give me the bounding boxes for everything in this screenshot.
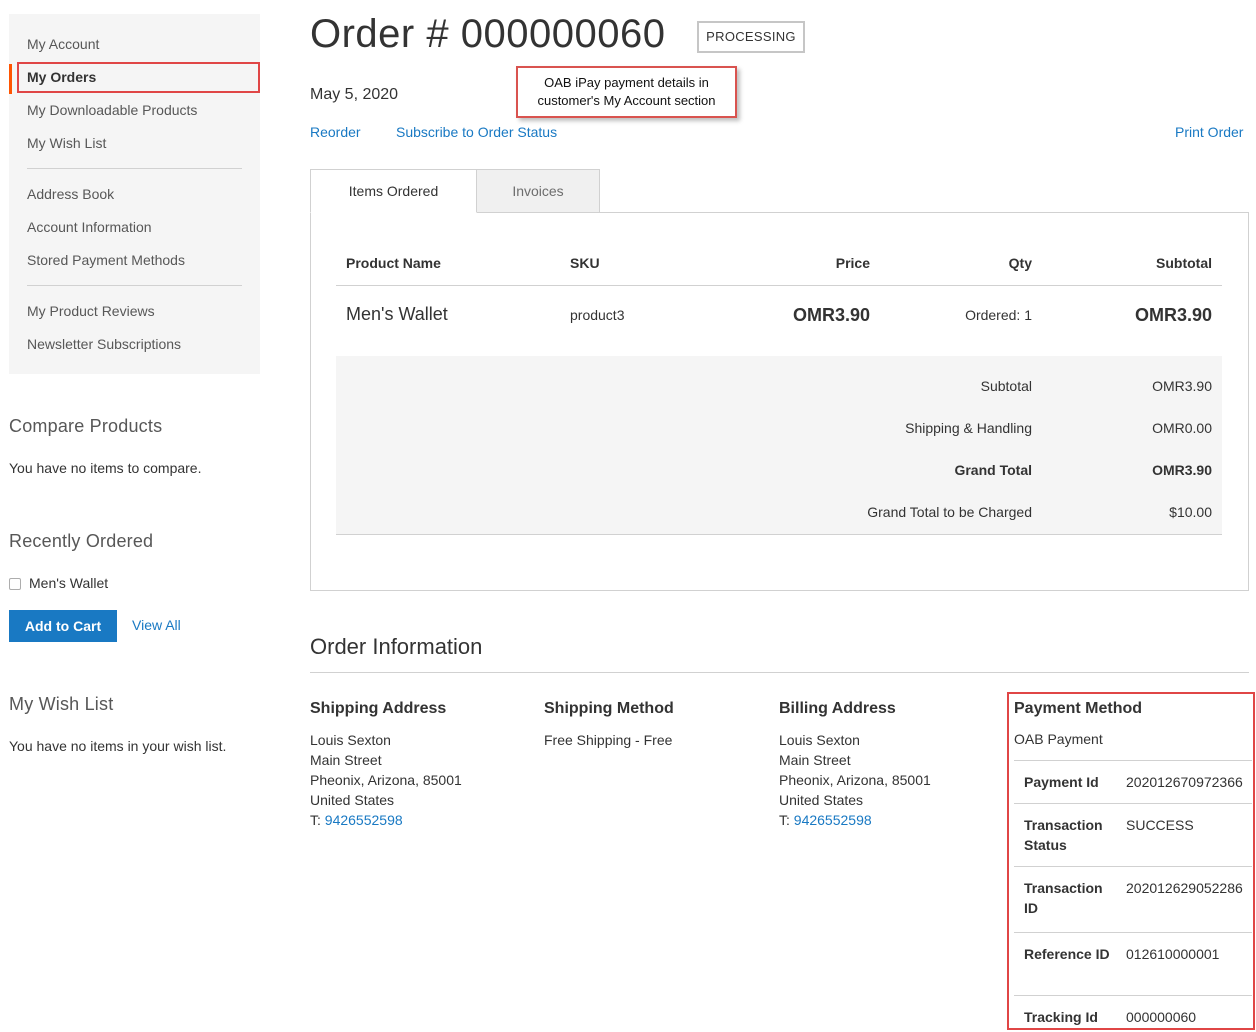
billing-phone-prefix: T: [779,812,794,828]
view-all-link[interactable]: View All [132,617,181,633]
print-order-link[interactable]: Print Order [1175,124,1243,140]
totals-charged-value: $10.00 [1169,504,1212,520]
shipping-phone-line: T: 9426552598 [310,810,462,830]
nav-divider [27,168,242,169]
nav-my-downloadable-products[interactable]: My Downloadable Products [27,100,197,120]
add-to-cart-button[interactable]: Add to Cart [9,610,117,642]
order-information-divider [310,672,1249,673]
wish-list-title: My Wish List [9,694,114,714]
nav-my-product-reviews[interactable]: My Product Reviews [27,301,155,321]
billing-street: Main Street [779,752,851,768]
shipping-address-title: Shipping Address [310,700,447,717]
totals-shipping-label: Shipping & Handling [905,420,1032,436]
nav-newsletter-subscriptions[interactable]: Newsletter Subscriptions [27,334,181,354]
nav-divider [27,285,242,286]
order-information-title: Order Information [310,634,483,659]
billing-phone-line: T: 9426552598 [779,810,931,830]
nav-stored-payment-methods[interactable]: Stored Payment Methods [27,250,185,270]
shipping-phone-link[interactable]: 9426552598 [325,812,403,828]
shipping-phone-prefix: T: [310,812,325,828]
payment-method-title: Payment Method [1014,700,1143,717]
billing-address: Louis Sexton Main Street Pheonix, Arizon… [779,730,931,830]
transaction-status-value: SUCCESS [1126,817,1194,833]
totals-grand-total-label: Grand Total [954,462,1032,478]
payment-id-value: 202012670972366 [1126,774,1243,790]
payment-id-label: Payment Id [1024,774,1099,790]
reorder-link[interactable]: Reorder [310,124,361,140]
billing-city: Pheonix, Arizona, 85001 [779,772,931,788]
totals-bottom-divider [336,534,1222,535]
payment-row-divider [1014,995,1252,996]
payment-row-divider [1014,803,1252,804]
subscribe-order-status-link[interactable]: Subscribe to Order Status [396,124,557,140]
tab-items-ordered[interactable]: Items Ordered [310,169,477,213]
payment-row-divider [1014,932,1252,933]
item-subtotal: OMR3.90 [1134,305,1212,325]
item-qty: Ordered: 1 [965,307,1032,323]
totals-grand-total-value: OMR3.90 [1152,462,1212,478]
billing-address-title: Billing Address [779,700,896,717]
totals-subtotal-label: Subtotal [980,378,1032,394]
shipping-city: Pheonix, Arizona, 85001 [310,772,462,788]
transaction-id-value: 202012629052286 [1126,880,1243,896]
transaction-id-label: Transaction ID [1024,880,1103,916]
compare-empty-message: You have no items to compare. [9,460,202,476]
page-title: Order # 000000060 [310,12,666,56]
shipping-method-title: Shipping Method [544,700,674,717]
payment-method-name: OAB Payment [1014,731,1103,747]
current-nav-indicator [9,64,12,94]
tab-invoices[interactable]: Invoices [476,169,600,213]
compare-products-title: Compare Products [9,416,163,436]
table-header-divider [336,285,1222,286]
nav-address-book[interactable]: Address Book [27,184,114,204]
item-product-name: Men's Wallet [346,304,448,324]
shipping-name: Louis Sexton [310,732,391,748]
col-sku: SKU [570,255,600,271]
annotation-callout: OAB iPay payment details in customer's M… [516,66,737,118]
recent-item-checkbox[interactable] [9,578,21,590]
billing-name: Louis Sexton [779,732,860,748]
highlight-my-orders [17,62,260,93]
order-date: May 5, 2020 [310,86,399,103]
shipping-country: United States [310,792,395,808]
shipping-address: Louis Sexton Main Street Pheonix, Arizon… [310,730,462,830]
reference-id-value: 012610000001 [1126,946,1220,962]
item-sku: product3 [570,307,625,323]
recently-ordered-title: Recently Ordered [9,531,154,551]
shipping-street: Main Street [310,752,382,768]
totals-shipping-value: OMR0.00 [1152,420,1212,436]
recent-item-name: Men's Wallet [29,575,109,591]
payment-row-divider [1014,760,1252,761]
tracking-id-value: 000000060 [1126,1009,1197,1025]
nav-account-information[interactable]: Account Information [27,217,152,237]
reference-id-label: Reference ID [1024,946,1110,962]
order-totals [336,356,1222,534]
item-price: OMR3.90 [792,305,870,325]
totals-charged-label: Grand Total to be Charged [867,504,1032,520]
col-price: Price [835,255,870,271]
col-subtotal: Subtotal [1156,255,1212,271]
tracking-id-label: Tracking Id [1024,1009,1098,1025]
payment-row-divider [1014,866,1252,867]
wish-list-empty-message: You have no items in your wish list. [9,738,227,754]
col-qty: Qty [1008,255,1032,271]
totals-subtotal-value: OMR3.90 [1152,378,1212,394]
nav-my-account[interactable]: My Account [27,34,99,54]
col-product-name: Product Name [346,255,441,271]
billing-phone-link[interactable]: 9426552598 [794,812,872,828]
nav-my-wish-list[interactable]: My Wish List [27,133,106,153]
order-status-badge: PROCESSING [697,21,805,53]
shipping-method-value: Free Shipping - Free [544,732,673,748]
billing-country: United States [779,792,864,808]
transaction-status-label: Transaction Status [1024,817,1103,853]
